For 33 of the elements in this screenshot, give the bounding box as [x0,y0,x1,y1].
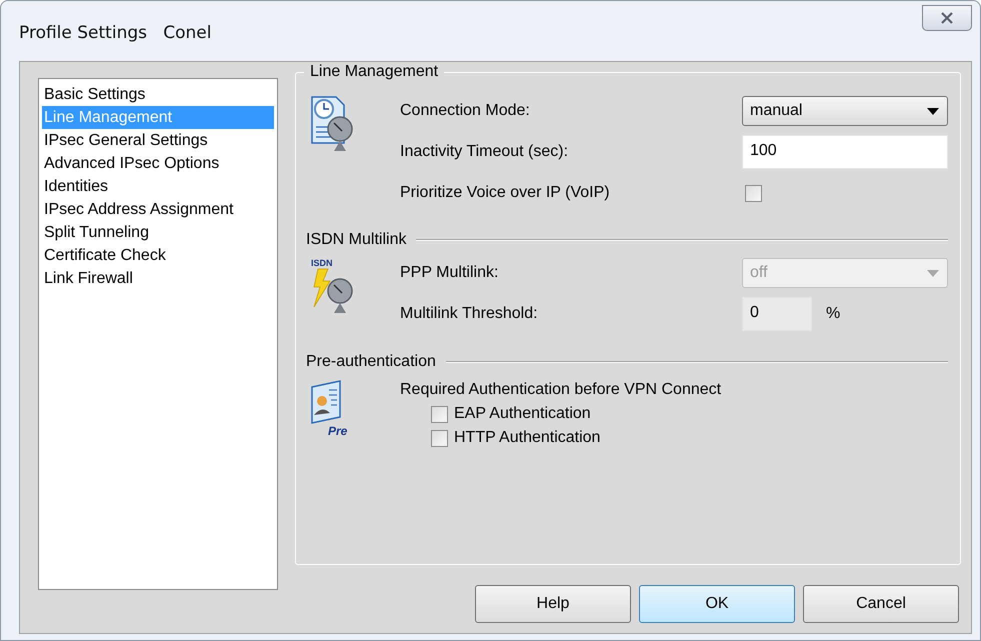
field-label: PPP Multilink: [400,264,498,282]
window-title: Profile Settings Conel [19,23,212,43]
category-item[interactable]: Certificate Check [42,244,274,267]
field-label: Multilink Threshold: [400,305,538,323]
caret-icon [927,270,939,276]
field-label: Inactivity Timeout (sec): [400,143,568,161]
close-button[interactable] [922,5,972,31]
input-field[interactable]: 100 [742,135,948,169]
dropdown[interactable]: manual [742,96,948,126]
category-item[interactable]: Identities [42,175,274,198]
checkbox[interactable] [431,406,448,422]
category-item[interactable]: IPsec General Settings [42,129,274,152]
category-item[interactable]: Advanced IPsec Options [42,152,274,175]
close-icon [940,12,954,24]
dialog-button[interactable]: Cancel [803,585,959,623]
caret-icon [927,108,939,114]
category-item[interactable]: IPsec Address Assignment [42,198,274,221]
checkbox-label: HTTP Authentication [454,429,600,447]
checkbox[interactable] [745,184,762,202]
checkbox[interactable] [431,430,448,446]
category-item[interactable]: Basic Settings [42,83,274,106]
section-title: ISDN Multilink [306,231,406,249]
section-title: Pre-authentication [306,353,436,371]
category-item[interactable]: Split Tunneling [42,221,274,244]
description-text: Required Authentication before VPN Connect [400,381,722,399]
unit-label: % [826,305,840,323]
dialog-button[interactable]: Help [475,585,631,623]
category-item[interactable]: Link Firewall [42,267,274,290]
field-label: Connection Mode: [400,102,530,120]
dialog-button[interactable]: OK [639,585,795,623]
checkbox-label: EAP Authentication [454,405,591,423]
group-title: Line Management [304,63,444,81]
field-label: Prioritize Voice over IP (VoIP) [400,184,610,202]
